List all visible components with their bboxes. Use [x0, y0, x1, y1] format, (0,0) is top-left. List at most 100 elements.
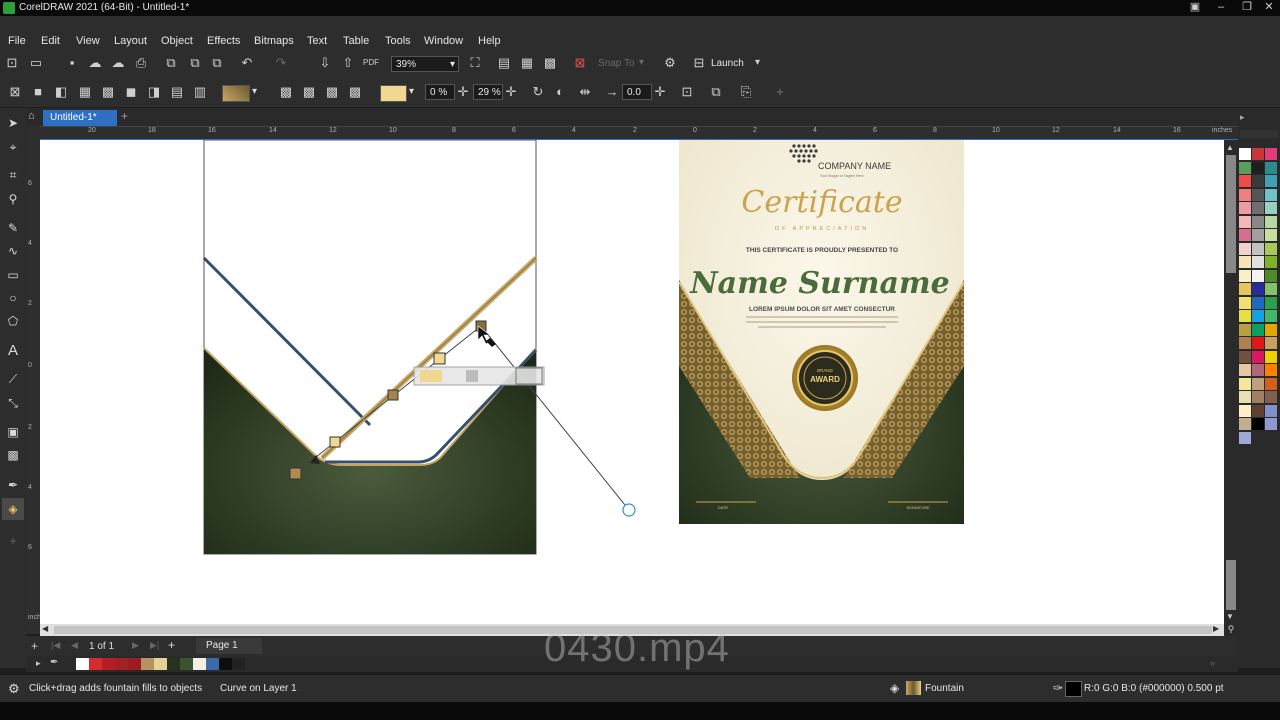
scroll-thumb[interactable]: [1226, 155, 1236, 273]
menu-tools[interactable]: Tools: [385, 35, 411, 47]
menu-object[interactable]: Object: [161, 35, 193, 47]
text-tool-icon[interactable]: A: [4, 342, 22, 360]
copy-icon[interactable]: ⧉: [186, 54, 204, 72]
palette-swatch[interactable]: [1239, 175, 1251, 187]
drawing-canvas[interactable]: COMPANY NAME Your Slogan or Tagline Here…: [40, 140, 1224, 624]
free-scale-icon[interactable]: ⊡: [678, 83, 696, 101]
palette-swatch[interactable]: [1265, 269, 1277, 282]
launch-icon[interactable]: ⊟: [690, 54, 708, 72]
palette-swatch[interactable]: [1265, 161, 1277, 174]
palette-swatch[interactable]: [1252, 296, 1264, 309]
palette-swatch[interactable]: [1252, 310, 1264, 322]
document-tab[interactable]: Untitled-1*: [43, 110, 117, 126]
menu-file[interactable]: File: [8, 35, 26, 47]
acceleration-icon[interactable]: ⇹: [576, 83, 594, 101]
paste-icon[interactable]: ⧉: [208, 54, 226, 72]
vector-pattern-icon[interactable]: ▦: [76, 83, 94, 101]
palette-swatch[interactable]: [1239, 377, 1251, 390]
doc-palette-swatch[interactable]: [219, 658, 232, 670]
launch-chevron-icon[interactable]: ▾: [755, 57, 760, 68]
node-position-plus-icon[interactable]: ✛: [502, 83, 520, 101]
previous-page-icon[interactable]: ◀: [71, 640, 78, 651]
doc-palette-swatch[interactable]: [206, 658, 219, 670]
node-color-mini-swatch[interactable]: [420, 370, 442, 382]
palette-swatch[interactable]: [1252, 148, 1264, 160]
palette-swatch[interactable]: [1252, 323, 1264, 336]
palette-swatch[interactable]: [1239, 296, 1251, 309]
palette-swatch[interactable]: [1265, 175, 1277, 187]
palette-swatch[interactable]: [1239, 323, 1251, 336]
menu-help[interactable]: Help: [478, 35, 501, 47]
palette-swatch[interactable]: [1239, 242, 1251, 255]
rectangle-tool-icon[interactable]: ▭: [4, 266, 22, 284]
node-transparency-mini-icon[interactable]: [466, 370, 478, 382]
redo-icon[interactable]: ↷: [272, 54, 290, 72]
fill-picker-swatch[interactable]: [222, 85, 250, 102]
outline-swatch[interactable]: [1065, 681, 1082, 697]
cloud-upload-icon[interactable]: ☁: [86, 54, 104, 72]
shape-tool-icon[interactable]: ⌖: [4, 138, 22, 156]
palette-swatch[interactable]: [1239, 337, 1251, 349]
eyedropper-tool-icon[interactable]: ✒: [4, 476, 22, 494]
doc-palette-swatch[interactable]: [193, 658, 206, 670]
texture-icon[interactable]: ◨: [145, 83, 163, 101]
horizontal-ruler[interactable]: 20 18 16 14 12 10 8 6 4 2 0 2 4 6 8 10 1…: [40, 126, 1238, 141]
show-grid-icon[interactable]: ▩: [541, 54, 559, 72]
fill-picker-chevron-icon[interactable]: ▾: [252, 86, 257, 97]
smooth-blend-icon[interactable]: ◐: [551, 83, 569, 101]
palette-swatch[interactable]: [1239, 310, 1251, 322]
node-position-field[interactable]: 29 %: [473, 84, 503, 100]
save-icon[interactable]: ▪: [63, 54, 81, 72]
no-transparency-icon[interactable]: ⊠: [6, 83, 24, 101]
fountain-transparency-icon[interactable]: ◧: [52, 83, 70, 101]
palette-swatch[interactable]: [1252, 229, 1264, 241]
menu-effects[interactable]: Effects: [207, 35, 240, 47]
palette-swatch[interactable]: [1239, 202, 1251, 214]
palette-swatch[interactable]: [1265, 296, 1277, 309]
zoom-to-page-icon[interactable]: ⛶: [466, 54, 484, 72]
drop-shadow-icon[interactable]: ▣: [4, 423, 22, 441]
left-artwork[interactable]: [202, 140, 636, 555]
doc-palette-swatch[interactable]: [128, 658, 141, 670]
palette-swatch[interactable]: [1252, 256, 1264, 268]
transparency-tool-icon[interactable]: ▩: [4, 446, 22, 464]
status-gear-icon[interactable]: ⚙: [8, 681, 20, 697]
scroll-left-icon[interactable]: ◀: [42, 624, 48, 633]
copy-fill-icon[interactable]: ⧉: [707, 83, 725, 101]
menu-table[interactable]: Table: [343, 35, 369, 47]
palette-swatch[interactable]: [1239, 148, 1251, 160]
conical-fountain-icon[interactable]: ▩: [323, 83, 341, 101]
options-gear-icon[interactable]: ⚙: [661, 54, 679, 72]
palette-swatch[interactable]: [1252, 337, 1264, 349]
publish-pdf-icon[interactable]: PDF: [362, 54, 380, 72]
palette-swatch[interactable]: [1239, 256, 1251, 268]
palette-swatch[interactable]: [1265, 350, 1277, 363]
scroll-down-icon[interactable]: ▼: [1226, 612, 1234, 621]
palette-swatch[interactable]: [1265, 283, 1277, 295]
fill-start-node[interactable]: [289, 467, 302, 480]
palette-swatch[interactable]: [1265, 323, 1277, 336]
ellipse-tool-icon[interactable]: ○: [4, 289, 22, 307]
palette-scroll-up-icon[interactable]: ▸: [1240, 112, 1245, 123]
palette-swatch[interactable]: [1239, 283, 1251, 295]
palette-swatch[interactable]: [1265, 391, 1277, 403]
palette-swatch[interactable]: [1265, 377, 1277, 390]
angle-plus-icon[interactable]: ✛: [651, 83, 669, 101]
import-icon[interactable]: ⇩: [316, 54, 334, 72]
home-icon[interactable]: ⌂: [28, 110, 40, 124]
palette-swatch[interactable]: [1239, 269, 1251, 282]
postscript-icon[interactable]: ▤: [168, 83, 186, 101]
add-page-after-icon[interactable]: +: [168, 638, 175, 652]
palette-swatch[interactable]: [1265, 148, 1277, 160]
palette-swatch[interactable]: [1265, 229, 1277, 241]
palette-swatch[interactable]: [1265, 242, 1277, 255]
print-icon[interactable]: ⎙: [132, 54, 150, 72]
menu-edit[interactable]: Edit: [41, 35, 60, 47]
vertical-scrollbar[interactable]: ▲ ▼: [1224, 140, 1238, 634]
export-icon[interactable]: ⇧: [339, 54, 357, 72]
palette-swatch[interactable]: [1265, 215, 1277, 228]
fill-mid-node[interactable]: [387, 389, 399, 401]
palette-swatch[interactable]: [1265, 188, 1277, 201]
angle-icon[interactable]: →: [603, 83, 621, 101]
ruler-origin[interactable]: [26, 126, 40, 140]
